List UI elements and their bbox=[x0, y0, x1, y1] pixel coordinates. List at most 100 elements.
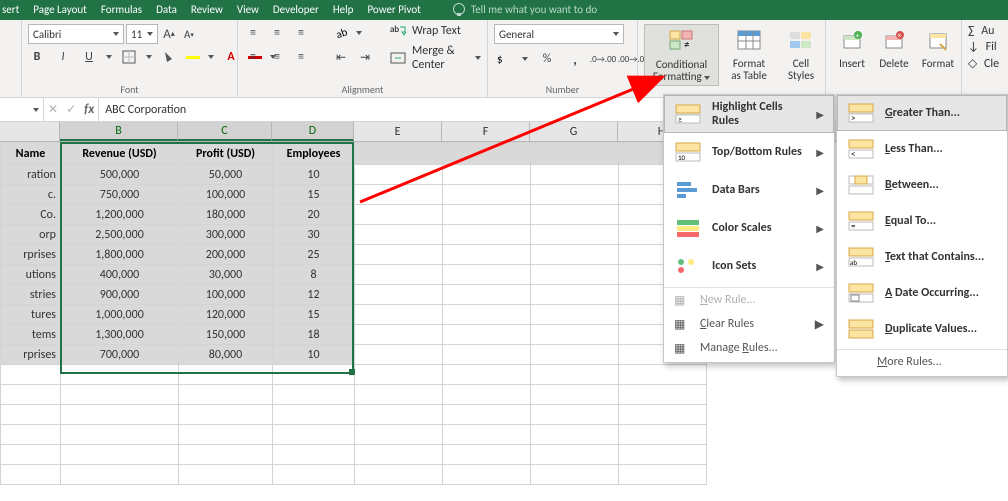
menu-color-scales[interactable]: Color Scales ▶ bbox=[664, 209, 834, 247]
menu-insert[interactable]: sert bbox=[0, 1, 31, 18]
cell[interactable]: 400,000 bbox=[61, 265, 179, 285]
cell[interactable] bbox=[61, 425, 179, 445]
cell[interactable]: 2,500,000 bbox=[61, 225, 179, 245]
submenu-less-than[interactable]: < Less Than... bbox=[837, 131, 1007, 167]
submenu-date-occurring[interactable]: A Date Occurring... bbox=[837, 275, 1007, 311]
decrease-indent-icon[interactable]: ⇤ bbox=[332, 48, 350, 66]
cell[interactable] bbox=[619, 465, 707, 485]
cell[interactable]: Co. bbox=[1, 205, 61, 225]
cell[interactable] bbox=[443, 345, 531, 365]
chevron-down-icon[interactable] bbox=[208, 55, 214, 59]
menu-clear-rules[interactable]: ▦ Clear Rules▶ bbox=[664, 314, 834, 338]
col-header-b[interactable]: B bbox=[60, 122, 178, 141]
cell[interactable]: 8 bbox=[273, 265, 355, 285]
cell[interactable] bbox=[531, 465, 619, 485]
cell[interactable] bbox=[531, 365, 619, 385]
cell[interactable] bbox=[531, 325, 619, 345]
cell[interactable]: 1,800,000 bbox=[61, 245, 179, 265]
cell[interactable] bbox=[273, 365, 355, 385]
cell[interactable]: tures bbox=[1, 305, 61, 325]
cell[interactable]: utions bbox=[1, 265, 61, 285]
cell[interactable]: 18 bbox=[273, 325, 355, 345]
cell[interactable]: Employees bbox=[273, 143, 355, 165]
cell[interactable] bbox=[443, 325, 531, 345]
cell[interactable] bbox=[531, 345, 619, 365]
autosum-button[interactable]: ∑ Au bbox=[968, 24, 994, 38]
cell[interactable]: 700,000 bbox=[61, 345, 179, 365]
menu-formulas[interactable]: Formulas bbox=[99, 1, 154, 18]
cell[interactable] bbox=[619, 425, 707, 445]
cell[interactable] bbox=[443, 185, 531, 205]
cell[interactable] bbox=[61, 465, 179, 485]
font-size-select[interactable]: 11 bbox=[126, 24, 158, 44]
format-cells-button[interactable]: Format bbox=[916, 24, 960, 72]
cell[interactable] bbox=[179, 445, 273, 465]
submenu-text-contains[interactable]: ab Text that Contains... bbox=[837, 239, 1007, 275]
menu-view[interactable]: View bbox=[235, 1, 271, 18]
cell[interactable] bbox=[1, 445, 61, 465]
cell[interactable]: 1,000,000 bbox=[61, 305, 179, 325]
cell[interactable] bbox=[355, 143, 443, 165]
col-header-d[interactable]: D bbox=[272, 122, 354, 141]
cell[interactable] bbox=[273, 465, 355, 485]
align-bottom-icon[interactable]: ≡ bbox=[292, 24, 310, 42]
cell[interactable] bbox=[273, 405, 355, 425]
cell[interactable] bbox=[443, 225, 531, 245]
cell[interactable] bbox=[531, 185, 619, 205]
cell[interactable]: 10 bbox=[273, 345, 355, 365]
cell[interactable]: 100,000 bbox=[179, 185, 273, 205]
cell[interactable] bbox=[531, 225, 619, 245]
cell[interactable] bbox=[531, 385, 619, 405]
cell[interactable]: stries bbox=[1, 285, 61, 305]
increase-font-icon[interactable]: A▴ bbox=[160, 25, 178, 43]
cell[interactable]: 900,000 bbox=[61, 285, 179, 305]
menu-manage-rules[interactable]: ▦ Manage Rules... bbox=[664, 338, 834, 362]
cell[interactable] bbox=[355, 365, 443, 385]
cell[interactable] bbox=[1, 365, 61, 385]
menu-review[interactable]: Review bbox=[189, 1, 235, 18]
cell[interactable]: 1,300,000 bbox=[61, 325, 179, 345]
menu-pagelayout[interactable]: Page Layout bbox=[31, 1, 99, 18]
cell[interactable] bbox=[443, 245, 531, 265]
cell[interactable] bbox=[619, 385, 707, 405]
cell[interactable] bbox=[531, 285, 619, 305]
cell[interactable]: 100,000 bbox=[179, 285, 273, 305]
cell[interactable] bbox=[443, 165, 531, 185]
submenu-more-rules[interactable]: More Rules... bbox=[837, 352, 1007, 376]
cell[interactable] bbox=[443, 385, 531, 405]
cell[interactable] bbox=[443, 205, 531, 225]
conditional-formatting-button[interactable]: ≠ Conditional Formatting bbox=[644, 24, 719, 86]
cell[interactable] bbox=[443, 305, 531, 325]
number-format-select[interactable]: General bbox=[494, 24, 624, 44]
menu-highlight-cells-rules[interactable]: ≥ Highlight Cells Rules ▶ bbox=[664, 95, 834, 133]
cell[interactable] bbox=[179, 425, 273, 445]
col-header-e[interactable]: E bbox=[354, 122, 442, 141]
cell[interactable] bbox=[61, 385, 179, 405]
col-header-a[interactable] bbox=[0, 122, 60, 141]
menu-data[interactable]: Data bbox=[154, 1, 189, 18]
cell[interactable]: rprises bbox=[1, 245, 61, 265]
cell[interactable]: 10 bbox=[273, 165, 355, 185]
clear-button[interactable]: ◇ Cle bbox=[968, 56, 999, 71]
cell[interactable] bbox=[179, 365, 273, 385]
cell[interactable] bbox=[179, 465, 273, 485]
cell[interactable] bbox=[355, 225, 443, 245]
menu-powerpivot[interactable]: Power Pivot bbox=[365, 1, 432, 18]
cell[interactable]: 30 bbox=[273, 225, 355, 245]
cell[interactable]: 150,000 bbox=[179, 325, 273, 345]
font-name-select[interactable]: Calibri bbox=[28, 24, 124, 44]
cell[interactable]: 1,200,000 bbox=[61, 205, 179, 225]
cell[interactable]: 180,000 bbox=[179, 205, 273, 225]
name-box[interactable] bbox=[0, 98, 44, 121]
delete-cells-button[interactable]: × Delete bbox=[874, 24, 914, 72]
cell[interactable] bbox=[355, 385, 443, 405]
cell[interactable]: 80,000 bbox=[179, 345, 273, 365]
cell[interactable] bbox=[443, 365, 531, 385]
cell[interactable] bbox=[355, 285, 443, 305]
cell[interactable] bbox=[619, 365, 707, 385]
cell[interactable] bbox=[179, 385, 273, 405]
cell[interactable] bbox=[179, 405, 273, 425]
col-header-c[interactable]: C bbox=[178, 122, 272, 141]
cell[interactable]: 30,000 bbox=[179, 265, 273, 285]
cell[interactable] bbox=[1, 465, 61, 485]
